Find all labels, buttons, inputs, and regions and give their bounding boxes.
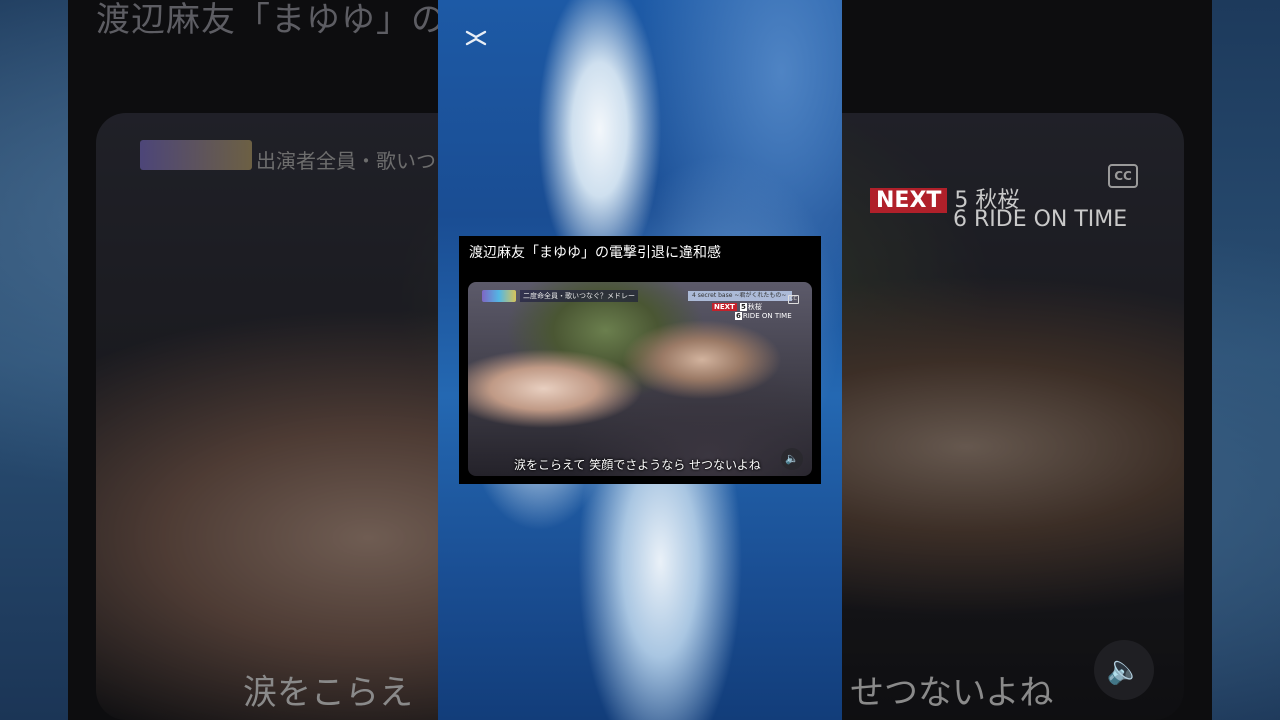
background-speaker-icon: 🔈 [1094, 640, 1154, 700]
background-next-label: NEXT [870, 188, 948, 213]
card-title: 渡辺麻友「まゆゆ」の電撃引退に違和感 [469, 245, 721, 261]
next-item-title: RIDE ON TIME [742, 312, 792, 320]
next-item-num: 6 [735, 312, 742, 320]
next-label: NEXT [712, 303, 737, 311]
video-subtitle: 涙をこらえて 笑顔でさようなら せつないよね [514, 458, 761, 472]
embedded-video[interactable]: 二度命全員・歌いつなぐ？メドレー 4 secret base ~君がくれたもの~… [468, 282, 812, 476]
background-subtitle-left: 涙をこらえ [243, 673, 413, 713]
next-item-title: 秋桜 [747, 303, 762, 311]
topic-banner: 二度命全員・歌いつなぐ？メドレー [520, 290, 638, 302]
capcut-logo-icon [464, 26, 488, 50]
next-list: NEXT 5 秋桜 6 RIDE ON TIME [712, 303, 792, 321]
next-item-num: 5 [740, 303, 747, 311]
background-next-item-2: 6 RIDE ON TIME [953, 207, 1128, 232]
song-banner: 4 secret base ~君がくれたもの~ [688, 291, 792, 301]
embedded-post-card[interactable]: 渡辺麻友「まゆゆ」の電撃引退に違和感 二度命全員・歌いつなぐ？メドレー 4 se… [459, 236, 821, 484]
background-subtitle-right: せつないよね [850, 673, 1054, 713]
show-logo [482, 290, 516, 302]
background-cc-icon: CC [1108, 164, 1138, 188]
speaker-icon[interactable]: 🔈 [781, 448, 803, 470]
background-show-logo [140, 140, 252, 170]
background-banner-text: 出演者全員・歌いつな [256, 149, 456, 173]
